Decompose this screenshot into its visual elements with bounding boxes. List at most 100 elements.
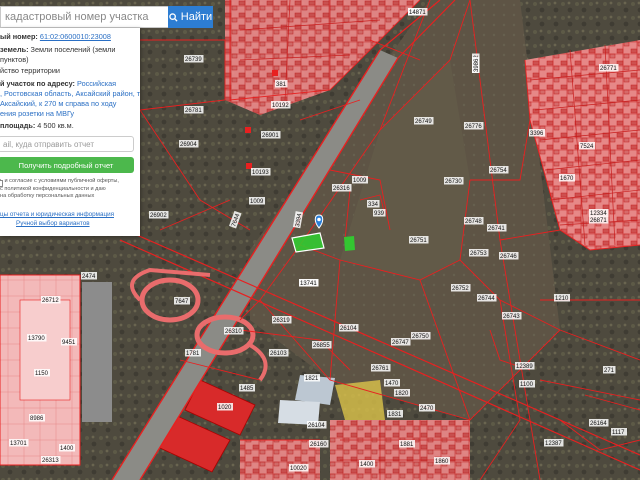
parcel-number-label: 26310 <box>225 329 242 335</box>
consent-line: на обработку персональных данных <box>0 193 95 200</box>
parcel-number-label: 1400 <box>360 462 374 468</box>
parcel-number-label: 26902 <box>150 213 167 219</box>
neighbor-parcel-green <box>344 236 355 251</box>
land-category-row: земель: Земли поселений (земли <box>0 45 115 55</box>
parcel-number-label: 3986 <box>474 58 480 72</box>
search-button[interactable]: Найти <box>168 6 213 28</box>
parcel-number-label: 12387 <box>545 441 562 447</box>
address-row: й участок по адресу: Российская <box>0 79 116 89</box>
parcel-number-label: 26761 <box>372 366 389 372</box>
search-input[interactable] <box>0 6 168 28</box>
parcel-number-label: 1820 <box>395 391 409 397</box>
parcel-number-label: 26771 <box>600 66 617 72</box>
parcel-number-label: 26744 <box>478 296 495 302</box>
parcel-number-label: 334 <box>368 202 379 208</box>
parcel-number-label: 26743 <box>503 314 520 320</box>
parcel-number-label: 14871 <box>409 10 426 16</box>
address-line-4: ения розетки на МВГу <box>0 109 75 118</box>
parcel-number-label: 26741 <box>488 226 505 232</box>
consent-line: с политикой конфиденциальности и даю <box>0 185 106 192</box>
structure-marker <box>245 127 251 133</box>
parcel-number-label: 1009 <box>250 199 264 205</box>
parcel-number-label: 1831 <box>388 412 402 418</box>
parcel-number-label: 2470 <box>420 406 434 412</box>
parcel-number-label: 1150 <box>35 371 49 377</box>
cadastral-number-label: ый номер: <box>0 32 38 41</box>
structure-marker <box>272 70 278 76</box>
parcel-number-label: 3396 <box>530 131 544 137</box>
land-category-value: Земли поселений (земли <box>30 45 116 54</box>
parcel-number-label: 1100 <box>520 382 534 388</box>
parking-area <box>19 299 71 401</box>
parcel-number-label: 26319 <box>273 318 290 324</box>
parcel-number-label: 1210 <box>555 296 569 302</box>
parcel-number-label: 26776 <box>465 124 482 130</box>
parcel-number-label: 26104 <box>340 326 357 332</box>
parcel-number-label: 26754 <box>490 168 507 174</box>
parcel-number-label: 26749 <box>415 119 432 125</box>
manual-selection-link[interactable]: Ручной выбор вариантов <box>0 220 140 229</box>
get-report-button[interactable]: Получить подробный отчет <box>0 157 134 173</box>
parcel-number-label: 8986 <box>30 416 44 422</box>
parcel-number-label: 13701 <box>10 441 27 447</box>
parcel-number-label: 1470 <box>385 381 399 387</box>
parcel-number-label: 26748 <box>465 219 482 225</box>
parcel-number-label: 26751 <box>410 238 427 244</box>
parcel-number-label: 26747 <box>392 340 409 346</box>
parcel-number-label: 1117 <box>612 430 625 436</box>
residential-area-southeast <box>330 420 470 480</box>
address-line-2: , Ростовская область, Аксайский район, т… <box>0 89 140 98</box>
cadastral-number-link[interactable]: 61:02:0600010:23008 <box>40 32 111 41</box>
parcel-number-label: 10193 <box>252 170 269 176</box>
parcel-number-label: 26730 <box>445 179 462 185</box>
parcel-number-label: 26103 <box>270 351 287 357</box>
parcel-number-label: 939 <box>374 211 385 217</box>
parcel-number-label: 26871 <box>590 218 607 224</box>
parcel-number-label: 26313 <box>42 458 59 464</box>
area-row: площадь: 4 500 кв.м. <box>0 121 74 131</box>
parcel-number-label: 1009 <box>353 178 367 184</box>
parcel-number-label: 7647 <box>175 299 189 305</box>
parcel-number-label: 381 <box>276 82 287 88</box>
parcel-number-label: 12334 <box>590 211 607 217</box>
parcel-number-label: 26752 <box>452 286 469 292</box>
parcel-number-label: 1881 <box>400 442 414 448</box>
parcel-number-label: 1670 <box>560 176 574 182</box>
consent-line: ь и согласие с условиями публичной оферт… <box>0 178 119 184</box>
parcel-number-label: 13790 <box>28 336 45 342</box>
parcel-number-label: 26164 <box>590 421 607 427</box>
parcel-number-label: 26753 <box>470 251 487 257</box>
parcel-number-label: 1020 <box>218 405 232 411</box>
land-category-cont: пунктов) <box>0 55 29 64</box>
parcel-info-panel: ый номер: 61:02:0600010:23008 земель: Зе… <box>0 28 140 236</box>
address-label: й участок по адресу: <box>0 79 75 88</box>
cadastral-number-row: ый номер: 61:02:0600010:23008 <box>0 32 111 42</box>
parcel-number-label: 2474 <box>82 274 96 280</box>
mall-roof <box>82 282 112 422</box>
residential-area-south <box>240 440 320 480</box>
parcel-number-label: 26746 <box>500 254 517 260</box>
parcel-number-label: 26316 <box>333 186 350 192</box>
legal-info-link[interactable]: цы отчета и юридическая информация <box>0 211 140 220</box>
parcel-number-label: 7524 <box>580 144 594 150</box>
footer-links: цы отчета и юридическая информация Ручно… <box>0 211 140 229</box>
parcel-number-label: 26712 <box>42 298 59 304</box>
parcel-number-label: 12389 <box>516 364 533 370</box>
parcel-number-label: 13741 <box>300 281 317 287</box>
land-use-value: йство территории <box>0 66 60 75</box>
parcel-number-label: 1400 <box>60 446 74 452</box>
parcel-number-label: 1860 <box>435 459 449 465</box>
email-field[interactable] <box>0 136 134 152</box>
parcel-number-label: 26855 <box>313 343 330 349</box>
parcel-number-label: 26781 <box>185 108 202 114</box>
search-icon <box>169 12 178 22</box>
parcel-number-label: 26160 <box>310 442 327 448</box>
parcel-number-label: 271 <box>604 368 615 374</box>
parcel-number-label: 26739 <box>185 57 202 63</box>
address-line-3: Аксайский, к 270 м справа по ходу <box>0 99 117 108</box>
parcel-number-label: 1485 <box>240 386 254 392</box>
consent-checkbox[interactable] <box>0 180 3 187</box>
parcel-number-label: 9451 <box>62 340 76 346</box>
search-bar: Найти <box>0 6 213 28</box>
parcel-number-label: 26750 <box>412 334 429 340</box>
